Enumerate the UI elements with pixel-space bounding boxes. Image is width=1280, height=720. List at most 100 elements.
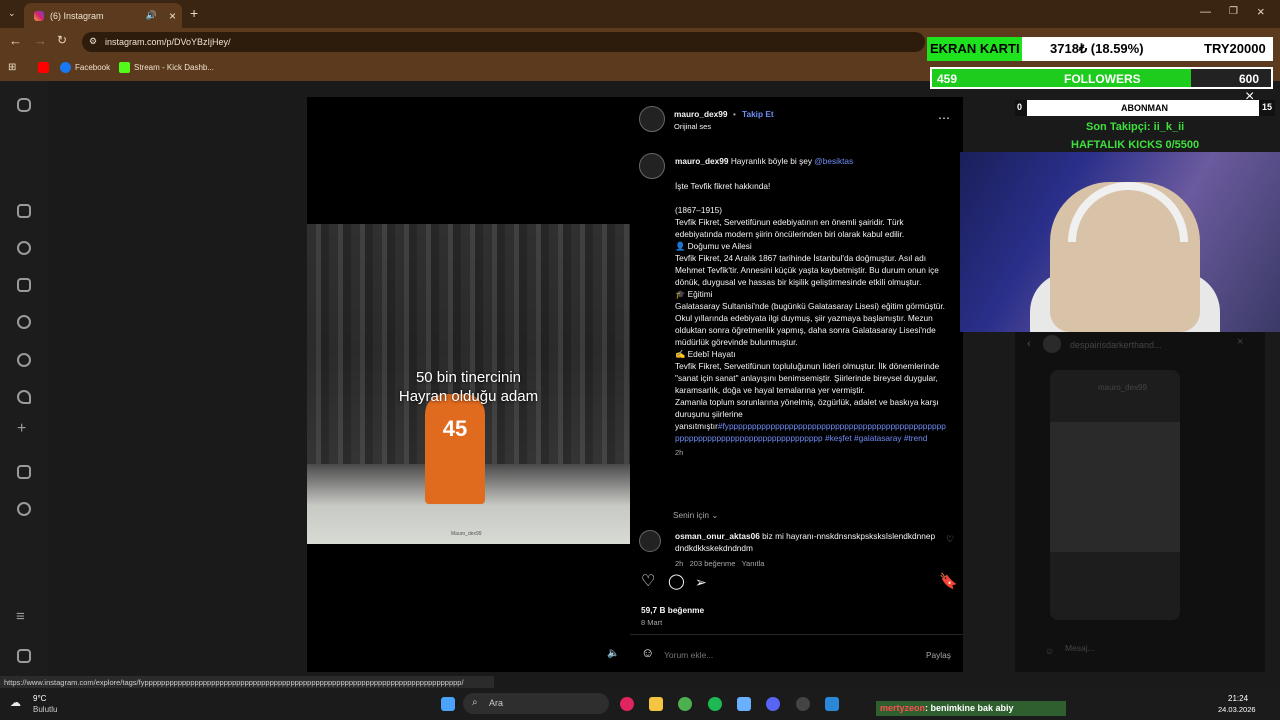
messages-icon[interactable] bbox=[17, 278, 31, 292]
shared-post-card[interactable]: mauro_dex99 bbox=[1050, 370, 1180, 620]
search-icon: ⌕ bbox=[472, 697, 478, 708]
dm-avatar[interactable] bbox=[1043, 335, 1061, 353]
bookmark-facebook[interactable]: Facebook bbox=[60, 62, 110, 73]
emoji-icon[interactable]: ☺ bbox=[641, 646, 654, 659]
start-icon[interactable] bbox=[441, 697, 455, 711]
site-info-icon[interactable]: ⚙ bbox=[89, 36, 97, 47]
mute-icon[interactable]: 🔈 bbox=[607, 648, 619, 659]
youtube-bookmark[interactable] bbox=[38, 62, 49, 73]
weather-desc[interactable]: Bulutlu bbox=[33, 705, 57, 714]
back-arrow-icon[interactable]: ← bbox=[9, 33, 22, 48]
dm-message-input[interactable]: Mesaj... bbox=[1065, 643, 1095, 653]
url-text: instagram.com/p/DVoYBzIjHey/ bbox=[105, 37, 231, 47]
caption-intro: Hayranlık böyle bi şey bbox=[730, 156, 812, 166]
bookmark-label: Stream - Kick Dashb... bbox=[134, 63, 215, 72]
goal-target: TRY20000 bbox=[1204, 41, 1266, 56]
share-icon[interactable]: ➢ bbox=[695, 575, 707, 589]
discord-icon[interactable] bbox=[766, 697, 780, 711]
menu-icon[interactable]: ≡ bbox=[16, 608, 25, 625]
desc-line: İşte Tevfik fikret hakkında! bbox=[675, 181, 771, 191]
post-description: İşte Tevfik fikret hakkında! (1867–1915)… bbox=[675, 180, 947, 459]
goal-label: EKRAN KARTI bbox=[927, 37, 1022, 61]
facebook-icon bbox=[60, 62, 71, 73]
link-status-bar: https://www.instagram.com/explore/tags/f… bbox=[0, 676, 494, 688]
tab-list-icon[interactable]: ⌄ bbox=[8, 8, 16, 19]
clock-date[interactable]: 24.03.2026 bbox=[1218, 705, 1256, 714]
weather-temp[interactable]: 9°C bbox=[33, 694, 46, 703]
comment-like-icon[interactable]: ♡ bbox=[946, 533, 954, 545]
home-icon[interactable] bbox=[17, 204, 31, 218]
more-options-icon[interactable]: ⋯ bbox=[938, 112, 950, 124]
explore-icon[interactable] bbox=[17, 353, 31, 367]
tab-instagram[interactable]: (6) Instagram 🔊 × bbox=[24, 3, 182, 28]
post-comment-button[interactable]: Paylaş bbox=[926, 649, 951, 661]
minimize-button[interactable]: — bbox=[1200, 6, 1211, 18]
create-icon[interactable]: + bbox=[17, 420, 26, 438]
caption-username[interactable]: mauro_dex99 bbox=[675, 156, 729, 166]
bookmark-kick[interactable]: Stream - Kick Dashb... bbox=[119, 62, 214, 73]
likes-count[interactable]: 59,7 B beğenme bbox=[641, 604, 704, 616]
caption-avatar[interactable] bbox=[639, 153, 665, 179]
apps-grid-icon[interactable]: ⊞ bbox=[8, 62, 16, 73]
dashboard-icon[interactable] bbox=[17, 465, 31, 479]
for-you-dropdown[interactable]: Senin için ⌄ bbox=[673, 509, 718, 521]
followers-count: 459 bbox=[937, 72, 958, 86]
follow-button[interactable]: Takip Et bbox=[742, 108, 774, 120]
url-field[interactable]: ⚙ instagram.com/p/DVoYBzIjHey/ bbox=[82, 32, 925, 52]
dm-emoji-icon[interactable]: ☺ bbox=[1045, 646, 1054, 656]
post-username[interactable]: mauro_dex99 bbox=[674, 108, 728, 120]
new-tab-button[interactable]: + bbox=[190, 5, 198, 21]
notifications-icon[interactable] bbox=[17, 390, 31, 404]
search-icon[interactable] bbox=[17, 315, 31, 329]
reload-icon[interactable]: ↻ bbox=[57, 33, 67, 47]
reply-button[interactable]: Yanıtla bbox=[742, 559, 765, 568]
kick-icon bbox=[119, 62, 130, 73]
desc-line bbox=[675, 192, 947, 204]
app-icon[interactable] bbox=[825, 697, 839, 711]
comment-icon[interactable]: ◯ bbox=[668, 574, 685, 589]
also-from-meta-icon[interactable] bbox=[17, 649, 31, 663]
abonman-min: 0 bbox=[1015, 100, 1027, 116]
spotify-icon[interactable] bbox=[708, 697, 722, 711]
abonman-overlay: 0 ABONMAN 15 bbox=[1015, 100, 1275, 116]
instagram-sidebar: + ≡ bbox=[0, 81, 48, 688]
obs-icon[interactable] bbox=[796, 697, 810, 711]
comment-avatar[interactable] bbox=[639, 530, 661, 552]
close-icon[interactable]: × bbox=[1237, 336, 1243, 348]
media-app-icon[interactable] bbox=[620, 697, 634, 711]
weekly-kicks: HAFTALIK KICKS 0/5500 bbox=[1071, 139, 1200, 151]
caption-mention[interactable]: @besiktas bbox=[814, 156, 853, 166]
comment-input[interactable] bbox=[664, 648, 904, 661]
goal-overlay: EKRAN KARTI 3718₺ (18.59%) TRY20000 bbox=[927, 37, 1273, 61]
settings-app-icon[interactable] bbox=[737, 697, 751, 711]
comment-likes[interactable]: 203 beğenme bbox=[690, 559, 736, 568]
dm-window: ‹ despairisdarkerthand... × mauro_dex99 … bbox=[1015, 332, 1265, 672]
caption-header: mauro_dex99 Hayranlık böyle bi şey @besi… bbox=[675, 155, 853, 167]
close-window-button[interactable]: × bbox=[1257, 4, 1265, 19]
audio-label[interactable]: Orijinal ses bbox=[674, 121, 711, 133]
desc-line: ✍️ Edebî Hayatı bbox=[675, 349, 736, 359]
save-icon[interactable]: 🔖 bbox=[939, 574, 958, 589]
clock-time[interactable]: 21:24 bbox=[1228, 694, 1248, 703]
back-icon[interactable]: ‹ bbox=[1027, 338, 1031, 350]
abonman-label: ABONMAN bbox=[1121, 103, 1168, 113]
restore-button[interactable]: ❐ bbox=[1229, 6, 1238, 17]
avatar[interactable] bbox=[639, 106, 665, 132]
forward-arrow-icon[interactable]: → bbox=[34, 33, 47, 48]
speaker-icon[interactable]: 🔊 bbox=[146, 10, 157, 21]
instagram-logo-icon[interactable] bbox=[17, 98, 31, 112]
desc-line: yansıtmıştır bbox=[675, 421, 718, 431]
tab-bar: ⌄ (6) Instagram 🔊 × + — ❐ × bbox=[0, 0, 1280, 28]
close-tab-icon[interactable]: × bbox=[169, 9, 176, 23]
like-icon[interactable]: ♡ bbox=[641, 574, 655, 590]
dm-title[interactable]: despairisdarkerthand... bbox=[1070, 340, 1162, 350]
chat-notification[interactable]: mertyzeon: benimkine bak abiy bbox=[876, 701, 1066, 716]
reels-icon[interactable] bbox=[17, 241, 31, 255]
comment-username[interactable]: osman_onur_aktas06 bbox=[675, 531, 760, 541]
chrome-icon[interactable] bbox=[678, 697, 692, 711]
taskbar-search[interactable]: ⌕ Ara bbox=[463, 693, 609, 714]
file-explorer-icon[interactable] bbox=[649, 697, 663, 711]
profile-icon[interactable] bbox=[17, 502, 31, 516]
last-follower: Son Takipçi: ii_k_ii bbox=[1086, 121, 1185, 133]
followers-label: FOLLOWERS bbox=[1064, 72, 1141, 86]
